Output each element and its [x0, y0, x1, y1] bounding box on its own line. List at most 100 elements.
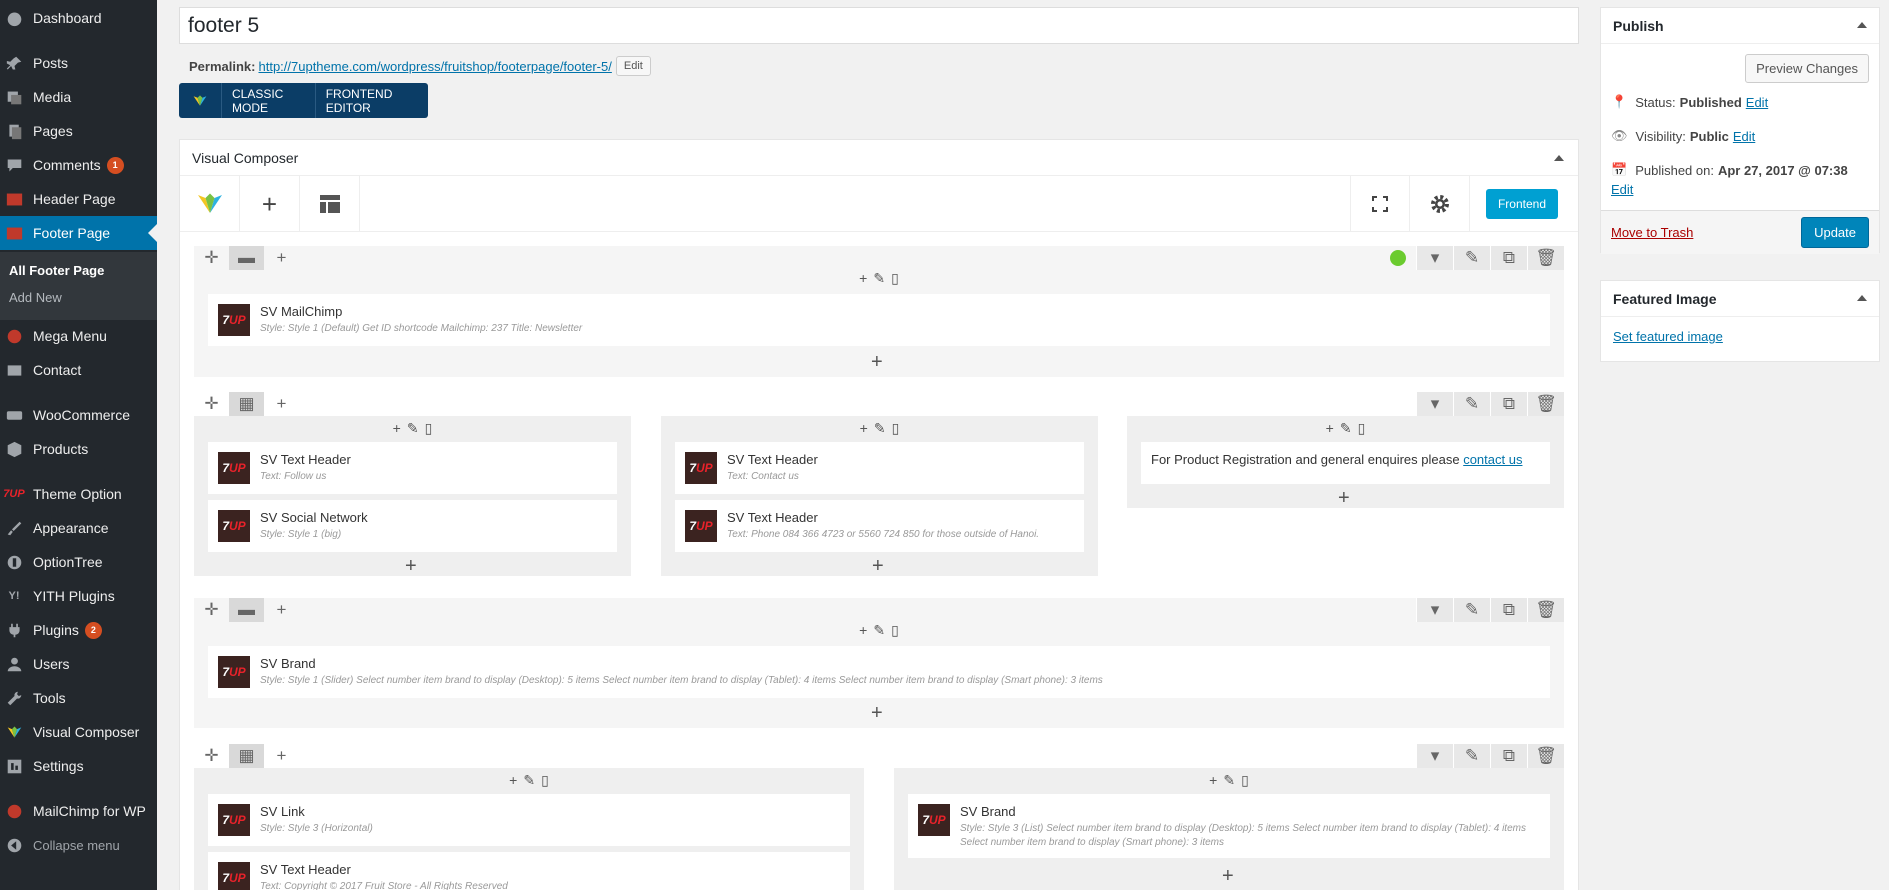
menu-theme-option[interactable]: 7UP Theme Option — [0, 477, 157, 511]
edit-icon[interactable]: ✎ — [1453, 744, 1490, 768]
featured-header[interactable]: Featured Image — [1601, 281, 1879, 317]
submenu-add-new[interactable]: Add New — [9, 290, 62, 305]
collapse-menu[interactable]: Collapse menu — [0, 828, 157, 862]
element-brand[interactable]: 7 UP SV Brand Style: Style 1 (Slider) Sele… — [208, 646, 1550, 698]
element-social-network[interactable]: 7 UP SV Social Network Style: Style 1 (big… — [208, 500, 617, 552]
menu-optiontree[interactable]: OptionTree — [0, 545, 157, 579]
menu-footer-page[interactable]: Footer Page — [0, 216, 157, 250]
delete-icon[interactable]: 🗑 — [1527, 598, 1564, 622]
contact-link[interactable]: contact us — [1463, 452, 1522, 467]
drag-handle-icon[interactable]: ✛ — [194, 598, 229, 622]
menu-plugins[interactable]: Plugins 2 — [0, 613, 157, 647]
collapse-toggle-icon[interactable] — [1554, 155, 1564, 161]
menu-mega-menu[interactable]: Mega Menu — [0, 319, 157, 353]
move-to-trash-link[interactable]: Move to Trash — [1611, 225, 1693, 240]
menu-woocommerce[interactable]: WooCommerce — [0, 398, 157, 432]
publish-header[interactable]: Publish — [1601, 8, 1879, 44]
menu-posts[interactable]: Posts — [0, 46, 157, 80]
add-column-icon[interactable]: + — [264, 744, 299, 768]
add-column-icon[interactable]: + — [264, 392, 299, 416]
delete-icon[interactable]: 🗑 — [1527, 744, 1564, 768]
element-text-block[interactable]: For Product Registration and general enq… — [1141, 442, 1550, 484]
published-edit-link[interactable]: Edit — [1611, 182, 1633, 197]
delete-icon[interactable]: 🗑 — [1527, 246, 1564, 270]
delete-icon[interactable]: ▯ — [1358, 420, 1366, 437]
menu-yith-plugins[interactable]: Y! YITH Plugins — [0, 579, 157, 613]
classic-mode-button[interactable]: CLASSIC MODE — [221, 83, 315, 118]
drag-handle-icon[interactable]: ✛ — [194, 744, 229, 768]
edit-icon[interactable]: ✎ — [1453, 392, 1490, 416]
menu-products[interactable]: Products — [0, 432, 157, 466]
visibility-edit-link[interactable]: Edit — [1733, 129, 1755, 144]
chevron-down-icon[interactable]: ▾ — [1416, 744, 1453, 768]
edit-icon[interactable]: ✎ — [873, 622, 885, 639]
add-icon[interactable]: + — [859, 622, 867, 639]
add-column-icon[interactable]: + — [264, 246, 299, 270]
clone-icon[interactable]: ⧉ — [1490, 598, 1527, 622]
add-element-icon[interactable]: + — [1222, 866, 1234, 886]
delete-icon[interactable]: ▯ — [425, 420, 433, 437]
edit-icon[interactable]: ✎ — [874, 420, 886, 437]
menu-comments[interactable]: Comments 1 — [0, 148, 157, 182]
edit-icon[interactable]: ✎ — [407, 420, 419, 437]
menu-header-page[interactable]: Header Page — [0, 182, 157, 216]
chevron-down-icon[interactable]: ▾ — [1416, 392, 1453, 416]
add-element-icon[interactable]: + — [405, 556, 417, 576]
post-title-input[interactable]: footer 5 — [179, 7, 1579, 44]
row-layout-icon[interactable]: ▬ — [229, 246, 264, 270]
collapse-toggle-icon[interactable] — [1857, 22, 1867, 28]
vc-panel-header[interactable]: Visual Composer — [180, 140, 1578, 176]
add-element-icon[interactable]: + — [1338, 488, 1350, 508]
add-element-icon[interactable]: + — [240, 176, 300, 232]
collapse-toggle-icon[interactable] — [1857, 295, 1867, 301]
element-mailchimp[interactable]: 7 UP SV MailChimp Style: Style 1 (Default)… — [208, 294, 1550, 346]
permalink-link[interactable]: http://7uptheme.com/wordpress/fruitshop/… — [258, 59, 611, 74]
element-link[interactable]: 7 UP SV Link Style: Style 3 (Horizontal) — [208, 794, 850, 846]
menu-users[interactable]: Users — [0, 647, 157, 681]
clone-icon[interactable]: ⧉ — [1490, 392, 1527, 416]
delete-icon[interactable]: ▯ — [541, 772, 549, 789]
clone-icon[interactable]: ⧉ — [1490, 246, 1527, 270]
element-text-header[interactable]: 7 UP SV Text Header Text: Phone 084 366 47… — [675, 500, 1084, 552]
menu-dashboard[interactable]: Dashboard — [0, 1, 157, 35]
element-text-header[interactable]: 7 UP SV Text Header Text: Contact us — [675, 442, 1084, 494]
element-brand[interactable]: 7 UP SV Brand Style: Style 3 (List) Select… — [908, 794, 1550, 858]
add-icon[interactable]: + — [1326, 420, 1334, 437]
add-element-icon[interactable]: + — [871, 352, 883, 372]
gear-icon[interactable] — [1410, 176, 1470, 232]
preview-changes-button[interactable]: Preview Changes — [1745, 54, 1869, 83]
delete-icon[interactable]: ▯ — [1241, 772, 1249, 789]
menu-contact[interactable]: Contact — [0, 353, 157, 387]
row-layout-icon[interactable]: ▦ — [229, 744, 264, 768]
add-icon[interactable]: + — [859, 270, 867, 287]
templates-icon[interactable] — [300, 176, 360, 232]
edit-icon[interactable]: ✎ — [1453, 246, 1490, 270]
add-icon[interactable]: + — [1209, 772, 1217, 789]
element-text-header[interactable]: 7 UP SV Text Header Text: Copyright © 2017… — [208, 852, 850, 890]
edit-icon[interactable]: ✎ — [1340, 420, 1352, 437]
drag-handle-icon[interactable]: ✛ — [194, 246, 229, 270]
menu-mailchimp[interactable]: MailChimp for WP — [0, 794, 157, 828]
chevron-down-icon[interactable]: ▾ — [1416, 598, 1453, 622]
menu-pages[interactable]: Pages — [0, 114, 157, 148]
edit-icon[interactable]: ✎ — [523, 772, 535, 789]
permalink-edit-button[interactable]: Edit — [615, 56, 651, 76]
chevron-down-icon[interactable]: ▾ — [1416, 246, 1453, 270]
add-element-icon[interactable]: + — [871, 703, 883, 723]
add-icon[interactable]: + — [509, 772, 517, 789]
add-element-icon[interactable]: + — [872, 556, 884, 576]
menu-visual-composer[interactable]: Visual Composer — [0, 715, 157, 749]
status-edit-link[interactable]: Edit — [1746, 95, 1768, 110]
update-button[interactable]: Update — [1801, 217, 1869, 248]
delete-icon[interactable]: 🗑 — [1527, 392, 1564, 416]
fullscreen-icon[interactable] — [1350, 176, 1410, 232]
delete-icon[interactable]: ▯ — [892, 420, 900, 437]
menu-tools[interactable]: Tools — [0, 681, 157, 715]
delete-icon[interactable]: ▯ — [891, 622, 899, 639]
add-icon[interactable]: + — [860, 420, 868, 437]
edit-icon[interactable]: ✎ — [1453, 598, 1490, 622]
menu-settings[interactable]: Settings — [0, 749, 157, 783]
menu-appearance[interactable]: Appearance — [0, 511, 157, 545]
clone-icon[interactable]: ⧉ — [1490, 744, 1527, 768]
add-column-icon[interactable]: + — [264, 598, 299, 622]
